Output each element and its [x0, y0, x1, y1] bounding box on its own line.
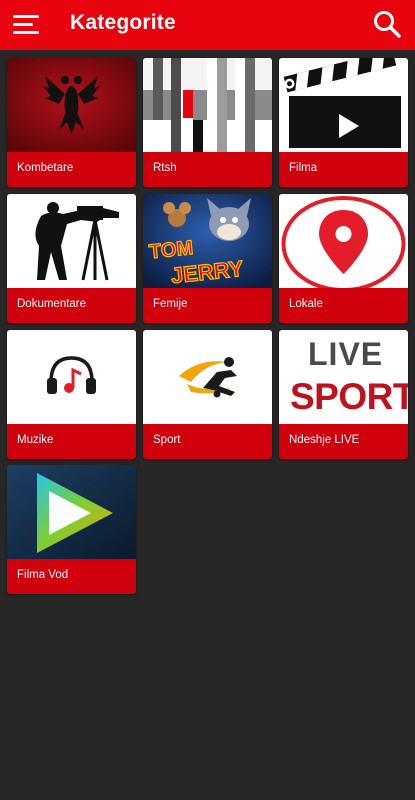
category-card-dokumentare[interactable]: Dokumentare — [7, 194, 136, 323]
category-label: Muzike — [17, 434, 54, 446]
category-label: Filma — [289, 162, 318, 174]
category-card-femije[interactable]: TOM JERRY Femije — [143, 194, 272, 323]
live-sport-image: LIVE SPORT — [279, 330, 408, 424]
category-label: Ndeshje LIVE — [289, 434, 360, 446]
category-card-filma-vod[interactable]: Filma Vod — [7, 465, 136, 594]
category-label: Kombetare — [17, 162, 74, 174]
category-card-lokale[interactable]: Lokale — [279, 194, 408, 323]
tom-and-jerry-image: TOM JERRY — [143, 194, 272, 288]
category-label: Sport — [153, 434, 181, 446]
hamburger-menu-icon[interactable] — [13, 12, 43, 38]
albanian-flag-image — [7, 58, 136, 152]
category-card-ndeshje-live[interactable]: LIVE SPORT Ndeshje LIVE — [279, 330, 408, 459]
svg-text:TOM: TOM — [148, 237, 194, 263]
search-icon[interactable] — [371, 8, 403, 40]
rtsh-logo-image — [143, 58, 272, 152]
category-card-muzike[interactable]: Muzike — [7, 330, 136, 459]
category-card-rtsh[interactable]: Rtsh — [143, 58, 272, 187]
category-card-sport[interactable]: Sport — [143, 330, 272, 459]
category-label: Femije — [153, 298, 188, 310]
page-title: Kategorite — [70, 11, 176, 34]
category-label: Lokale — [289, 298, 323, 310]
category-card-kombetare[interactable]: Kombetare — [7, 58, 136, 187]
live-text: LIVE — [308, 336, 384, 372]
clapperboard-image — [279, 58, 408, 152]
play-button-image — [7, 465, 136, 559]
cameraman-silhouette-image — [7, 194, 136, 288]
sport-text: SPORT — [290, 376, 408, 417]
music-headphones-image — [7, 330, 136, 424]
app-bar: Kategorite — [0, 0, 415, 50]
soccer-kick-image — [143, 330, 272, 424]
category-label: Filma Vod — [17, 569, 69, 581]
category-card-filma[interactable]: Filma — [279, 58, 408, 187]
category-label: Rtsh — [153, 162, 177, 174]
location-pin-image — [279, 194, 408, 288]
category-label: Dokumentare — [17, 298, 87, 310]
